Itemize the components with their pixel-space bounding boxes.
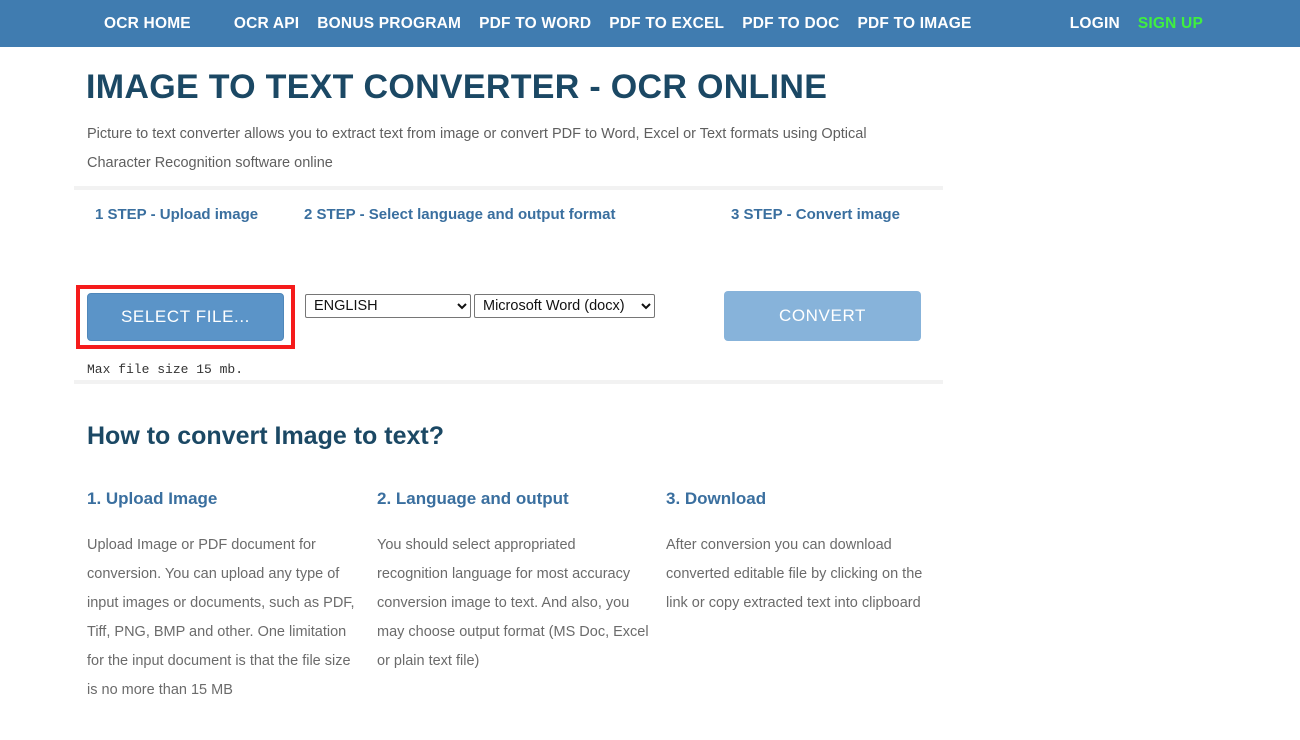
output-format-select[interactable]: Microsoft Word (docx) (474, 294, 655, 318)
divider-bottom (74, 380, 943, 384)
nav-pdf-to-doc[interactable]: PDF TO DOC (733, 0, 848, 47)
howto-section-title: How to convert Image to text? (87, 422, 444, 450)
howto-column-1-heading: 1. Upload Image (87, 489, 218, 508)
select-file-button[interactable]: SELECT FILE... (87, 293, 284, 341)
step-2-label: 2 STEP - Select language and output form… (304, 206, 616, 223)
howto-column-upload: 1. Upload Image Upload Image or PDF docu… (87, 489, 359, 705)
howto-column-language: 2. Language and output You should select… (377, 489, 649, 676)
howto-column-2-heading: 2. Language and output (377, 489, 569, 508)
step-3-label: 3 STEP - Convert image (731, 206, 900, 223)
convert-button[interactable]: CONVERT (724, 291, 921, 341)
howto-column-2-body: You should select appropriated recogniti… (377, 537, 649, 669)
nav-account-group: LOGIN SIGN UP (1061, 0, 1212, 47)
howto-column-3-heading: 3. Download (666, 489, 767, 508)
page-subtitle: Picture to text converter allows you to … (87, 126, 867, 171)
howto-column-3-body: After conversion you can download conver… (666, 537, 923, 611)
nav-ocr-api[interactable]: OCR API (225, 0, 308, 47)
top-navigation-bar: OCR HOME OCR API BONUS PROGRAM PDF TO WO… (0, 0, 1300, 47)
signup-link[interactable]: SIGN UP (1129, 0, 1212, 47)
login-link[interactable]: LOGIN (1061, 0, 1129, 47)
nav-links-group: OCR HOME OCR API BONUS PROGRAM PDF TO WO… (95, 0, 981, 47)
howto-column-download: 3. Download After conversion you can dow… (666, 489, 938, 618)
nav-pdf-to-image[interactable]: PDF TO IMAGE (849, 0, 981, 47)
nav-pdf-to-excel[interactable]: PDF TO EXCEL (600, 0, 733, 47)
nav-ocr-home[interactable]: OCR HOME (95, 0, 200, 47)
nav-pdf-to-word[interactable]: PDF TO WORD (470, 0, 600, 47)
nav-bonus-program[interactable]: BONUS PROGRAM (308, 0, 470, 47)
page-title: IMAGE TO TEXT CONVERTER - OCR ONLINE (86, 68, 828, 106)
howto-column-1-body: Upload Image or PDF document for convers… (87, 537, 355, 698)
language-select[interactable]: ENGLISH (305, 294, 471, 318)
step-1-label: 1 STEP - Upload image (95, 206, 259, 223)
max-file-size-note: Max file size 15 mb. (87, 362, 244, 377)
divider-top (74, 186, 943, 190)
